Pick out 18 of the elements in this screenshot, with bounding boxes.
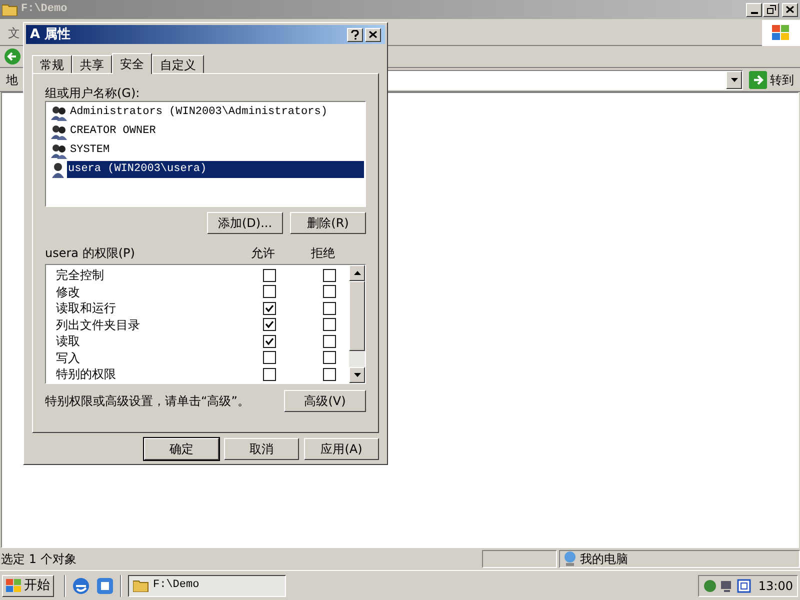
permissions-label: usera 的权限(P)	[45, 245, 136, 262]
permission-name: 读取和运行	[55, 300, 117, 318]
permission-name: 写入	[55, 350, 81, 367]
groups-label: 组或用户名称(G):	[45, 85, 141, 100]
dialog-title: A 属性	[30, 26, 71, 44]
permission-name: 读取	[55, 333, 81, 350]
allow-header: 允许	[250, 245, 276, 262]
status-text: 选定 1 个对象	[0, 551, 78, 568]
window-title: F:\Demo	[21, 2, 68, 18]
deny-header: 拒绝	[310, 245, 336, 262]
clock: 13:00	[758, 578, 793, 594]
permission-name: 特别的权限	[55, 366, 117, 384]
permission-name: 修改	[55, 284, 81, 301]
address-label: 地	[5, 72, 19, 88]
permission-name: 列出文件夹目录	[55, 316, 141, 334]
advanced-note: 特别权限或高级设置，请单击“高级”。	[45, 393, 250, 410]
permission-name: 完全控制	[55, 267, 105, 284]
location-text: 我的电脑	[580, 551, 628, 568]
